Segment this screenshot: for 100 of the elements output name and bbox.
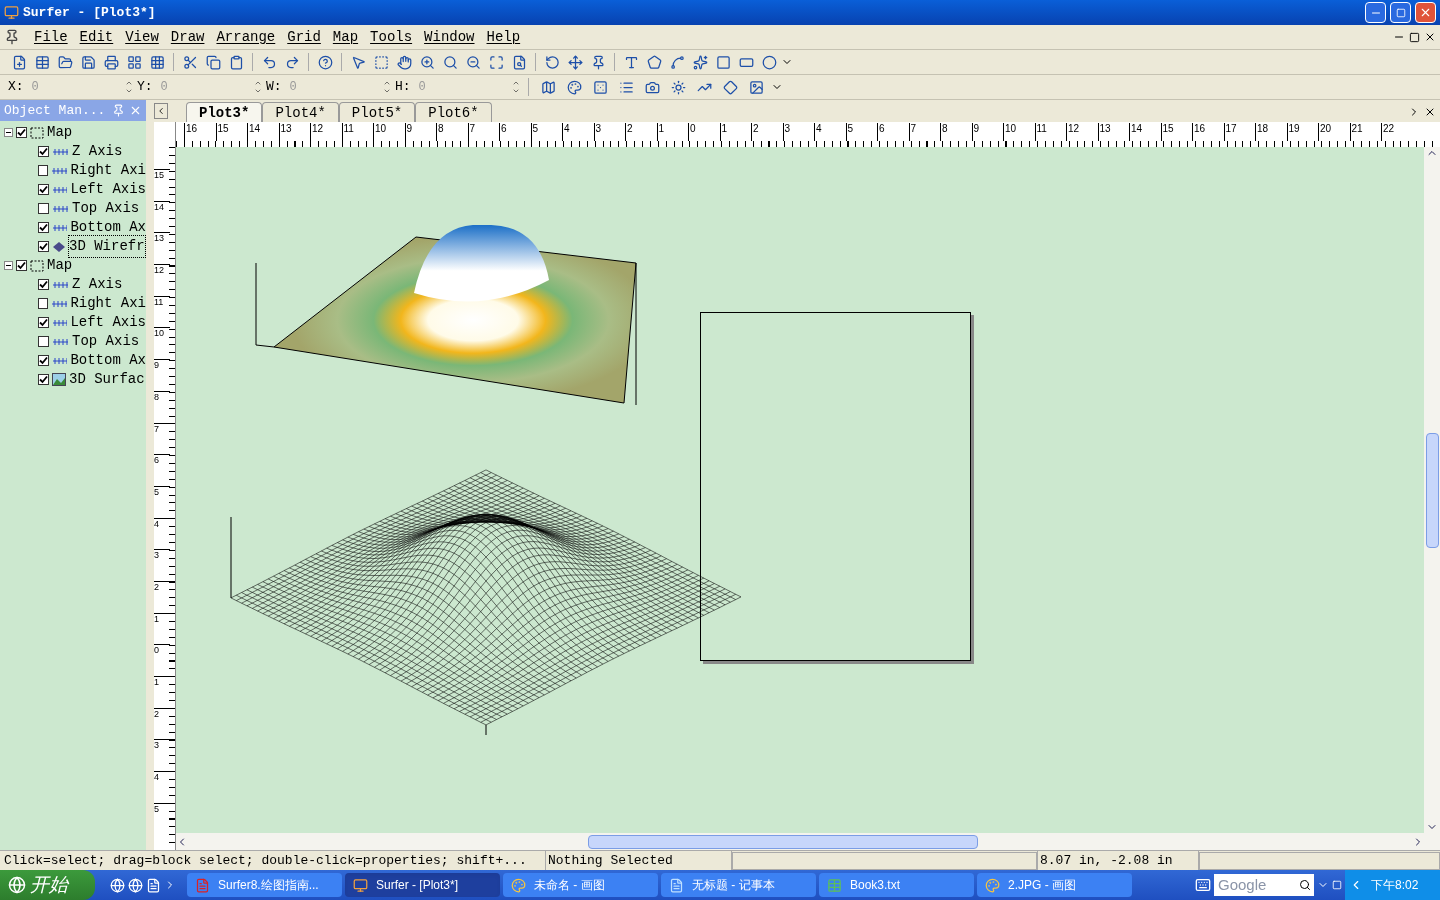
- checkbox[interactable]: [38, 203, 49, 214]
- ruler-label: 5: [530, 123, 562, 141]
- tree-item[interactable]: 3D Surfac: [69, 369, 145, 390]
- search-button[interactable]: [1296, 874, 1314, 896]
- tree-item[interactable]: Top Axis: [72, 331, 140, 352]
- taskbar-button[interactable]: 未命名 - 画图: [503, 873, 658, 897]
- spin-down-icon[interactable]: [512, 87, 520, 95]
- menu-item[interactable]: Map: [326, 26, 365, 48]
- checkbox[interactable]: [38, 146, 49, 157]
- tree-item[interactable]: Left Axis: [70, 179, 146, 200]
- search-field[interactable]: Google: [1214, 874, 1296, 896]
- taskbar-button[interactable]: Book3.txt: [819, 873, 974, 897]
- spin-down-icon[interactable]: [254, 87, 262, 95]
- scroll-thumb[interactable]: [1425, 432, 1439, 548]
- ruler-label: 1: [719, 123, 751, 141]
- tree-item[interactable]: Right Axi: [70, 293, 146, 314]
- ruler-label: 10: [373, 123, 405, 141]
- ruler-label: 1: [154, 612, 170, 645]
- dotted-frame-icon: [30, 126, 44, 139]
- checkbox[interactable]: [38, 317, 49, 328]
- vertical-scrollbar[interactable]: [1424, 147, 1440, 833]
- ruler-label: 14: [154, 200, 170, 233]
- menu-item[interactable]: Draw: [164, 26, 211, 48]
- menu-item[interactable]: Grid: [281, 26, 327, 48]
- ruler-label: 3: [154, 739, 170, 772]
- axis-icon: [52, 185, 68, 194]
- horizontal-scrollbar[interactable]: [176, 833, 1440, 850]
- spin-up-icon[interactable]: [125, 79, 133, 87]
- taskbar-button[interactable]: Surfer - [Plot3*]: [345, 873, 500, 897]
- restore-button[interactable]: [1390, 2, 1411, 23]
- tree-item[interactable]: Right Axi: [70, 160, 146, 181]
- taskbar-button[interactable]: 无标题 - 记事本: [661, 873, 816, 897]
- ruler-label: 18: [1255, 123, 1287, 141]
- axis-icon: [52, 356, 68, 365]
- ruler-label: 12: [1066, 123, 1098, 141]
- tab[interactable]: Plot4*: [262, 102, 339, 122]
- menu-item[interactable]: Edit: [73, 26, 120, 48]
- spin-down-icon[interactable]: [383, 87, 391, 95]
- checkbox[interactable]: [16, 260, 27, 271]
- collapse-toggle-icon[interactable]: [4, 128, 13, 137]
- tree-item[interactable]: Map: [47, 255, 73, 276]
- checkbox[interactable]: [16, 127, 27, 138]
- ruler-label: 13: [154, 232, 170, 265]
- checkbox[interactable]: [38, 241, 49, 252]
- collapse-toggle-icon[interactable]: [4, 261, 13, 270]
- tab[interactable]: Plot3*: [186, 102, 263, 122]
- browser-icon[interactable]: [110, 877, 125, 893]
- coordinate-label: Y:: [137, 78, 153, 97]
- tab[interactable]: Plot5*: [338, 102, 416, 122]
- menu-item[interactable]: Arrange: [210, 26, 282, 48]
- window-icon[interactable]: [1332, 880, 1342, 890]
- tree-item[interactable]: 3D Wirefr: [69, 236, 145, 257]
- tab[interactable]: Plot6*: [415, 102, 492, 122]
- app-menu-icon[interactable]: [4, 29, 20, 45]
- checkbox[interactable]: [38, 298, 49, 309]
- close-icon[interactable]: [1424, 106, 1436, 118]
- ruler-label: 17: [1223, 123, 1255, 141]
- menu-item[interactable]: View: [119, 26, 165, 48]
- spin-up-icon[interactable]: [254, 79, 262, 87]
- menu-item[interactable]: Tools: [364, 26, 419, 48]
- menu-item[interactable]: Window: [418, 26, 481, 48]
- ruler-label: 9: [404, 123, 436, 141]
- keyboard-icon[interactable]: [1195, 877, 1211, 893]
- paint-icon: [511, 877, 526, 893]
- taskbar-button[interactable]: 2.JPG - 画图: [977, 873, 1132, 897]
- ruler-label: 8: [436, 123, 468, 141]
- tree-item[interactable]: Bottom Ax: [70, 217, 146, 238]
- ruler-label: 7: [467, 123, 499, 141]
- scroll-left-button[interactable]: [154, 103, 168, 119]
- tree-item[interactable]: Z Axis: [72, 141, 123, 162]
- menu-item[interactable]: File: [28, 26, 74, 48]
- spin-up-icon[interactable]: [512, 79, 520, 87]
- checkbox[interactable]: [38, 279, 49, 290]
- notepad-icon: [669, 877, 684, 893]
- checkbox[interactable]: [38, 184, 49, 195]
- ruler-label: 2: [751, 123, 783, 141]
- taskbar-button[interactable]: Surfer8.绘图指南...: [187, 873, 342, 897]
- checkbox[interactable]: [38, 165, 49, 176]
- restore-icon[interactable]: [1409, 31, 1420, 43]
- spin-up-icon[interactable]: [383, 79, 391, 87]
- menu-item[interactable]: Help: [480, 26, 527, 48]
- tree-item[interactable]: Map: [47, 122, 73, 143]
- axis-icon: [52, 204, 69, 213]
- browser-icon[interactable]: [128, 877, 143, 893]
- checkbox[interactable]: [38, 355, 49, 366]
- start-button[interactable]: 开始: [0, 870, 95, 900]
- checkbox[interactable]: [38, 336, 49, 347]
- close-icon[interactable]: [1424, 31, 1436, 43]
- minimize-button[interactable]: [1365, 2, 1386, 23]
- tree-item[interactable]: Left Axis: [70, 312, 146, 333]
- checkbox[interactable]: [38, 222, 49, 233]
- tree-item[interactable]: Top Axis: [72, 198, 140, 219]
- ruler-label: 2: [625, 123, 657, 141]
- tree-item[interactable]: Bottom Ax: [70, 350, 146, 371]
- close-button[interactable]: [1415, 2, 1436, 23]
- tree-item[interactable]: Z Axis: [72, 274, 123, 295]
- ruler-label: 14: [1129, 123, 1161, 141]
- checkbox[interactable]: [38, 374, 49, 385]
- scroll-thumb[interactable]: [588, 834, 978, 849]
- spin-down-icon[interactable]: [125, 87, 133, 95]
